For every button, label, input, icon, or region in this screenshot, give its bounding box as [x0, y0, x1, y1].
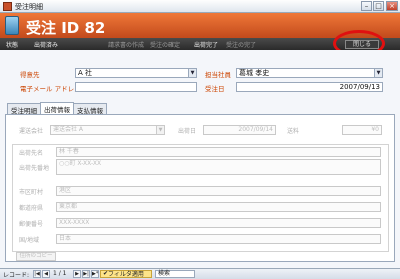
shipper-select[interactable]: 運送会社 A ▼	[50, 125, 165, 135]
order-date-field[interactable]: 2007/09/13	[236, 82, 383, 92]
minimize-icon[interactable]: –	[361, 1, 372, 11]
shipping-fee-field[interactable]: ¥0	[342, 125, 382, 135]
chevron-down-icon[interactable]: ▼	[156, 126, 164, 134]
window-title: 受注明細	[15, 3, 43, 11]
ship-zip-field[interactable]: XXX-XXXX	[56, 218, 381, 228]
page-title: 受注 ID 82	[26, 19, 106, 37]
record-label: レコード:	[3, 272, 30, 279]
employee-label: 担当社員	[205, 71, 231, 79]
ship-name-label: 出荷先名	[19, 150, 44, 157]
prev-record-icon[interactable]: ◀	[42, 270, 50, 278]
ship-city-label: 市区町村	[19, 189, 44, 196]
next-record-icon[interactable]: ▶	[73, 270, 81, 278]
close-icon[interactable]: ×	[386, 1, 398, 11]
ship-zip-label: 郵便番号	[19, 221, 44, 228]
tab-payment-info[interactable]: 支払情報	[73, 103, 107, 115]
email-field[interactable]	[75, 82, 197, 92]
filter-applied-button[interactable]: ✔ フィルタ適用	[100, 270, 152, 278]
form-icon	[3, 2, 12, 11]
status-value: 出荷済み	[34, 42, 59, 49]
maximize-icon[interactable]: □	[373, 1, 384, 11]
tab-shipping-info[interactable]: 出荷情報	[40, 102, 74, 114]
copy-address-button[interactable]: 住所のコピー	[16, 252, 56, 261]
ship-street-label: 出荷先番地	[19, 165, 50, 172]
search-input[interactable]: 検索	[155, 270, 195, 278]
record-position: 1 / 1	[53, 270, 67, 277]
employee-select[interactable]: 葛城 孝史 ▼	[236, 68, 383, 78]
ship-date-field[interactable]: 2007/09/14	[203, 125, 276, 135]
chevron-down-icon[interactable]: ▼	[188, 69, 196, 77]
window-titlebar: 受注明細 – □ ×	[0, 0, 400, 13]
status-label: 状態	[6, 42, 19, 49]
complete-order-button[interactable]: 受注の完了	[226, 40, 256, 49]
shipper-label: 運送会社	[19, 128, 44, 135]
shipping-fee-label: 送料	[287, 128, 300, 135]
order-logo-icon	[5, 16, 19, 35]
record-navigation: レコード: |◀ ◀ 1 / 1 ▶ ▶| ▶* ✔ フィルタ適用 検索	[0, 268, 400, 279]
email-label: 電子メール アドレス	[20, 85, 81, 93]
ship-name-field[interactable]: 林 千春	[56, 147, 381, 157]
customer-select[interactable]: A 社 ▼	[75, 68, 197, 78]
new-record-icon[interactable]: ▶*	[91, 270, 99, 278]
ship-complete-button[interactable]: 出荷完了	[194, 40, 218, 49]
create-invoice-button[interactable]: 請求書の作成	[108, 40, 144, 49]
confirm-order-button[interactable]: 受注の確定	[150, 40, 180, 49]
ship-date-label: 出荷日	[178, 128, 197, 135]
ship-pref-field[interactable]: 東京都	[56, 202, 381, 212]
chevron-down-icon[interactable]: ▼	[374, 69, 382, 77]
ship-city-field[interactable]: 港区	[56, 186, 381, 196]
ship-street-field[interactable]: ○○町 X-XX-XX	[56, 159, 381, 175]
first-record-icon[interactable]: |◀	[33, 270, 41, 278]
ship-country-field[interactable]: 日本	[56, 234, 381, 244]
order-date-label: 受注日	[205, 85, 225, 93]
tab-order-details[interactable]: 受注明細	[7, 103, 41, 115]
ship-pref-label: 都道府県	[19, 205, 44, 212]
ship-country-label: 国/地域	[19, 237, 40, 244]
last-record-icon[interactable]: ▶|	[82, 270, 90, 278]
customer-label: 得意先	[20, 71, 40, 79]
